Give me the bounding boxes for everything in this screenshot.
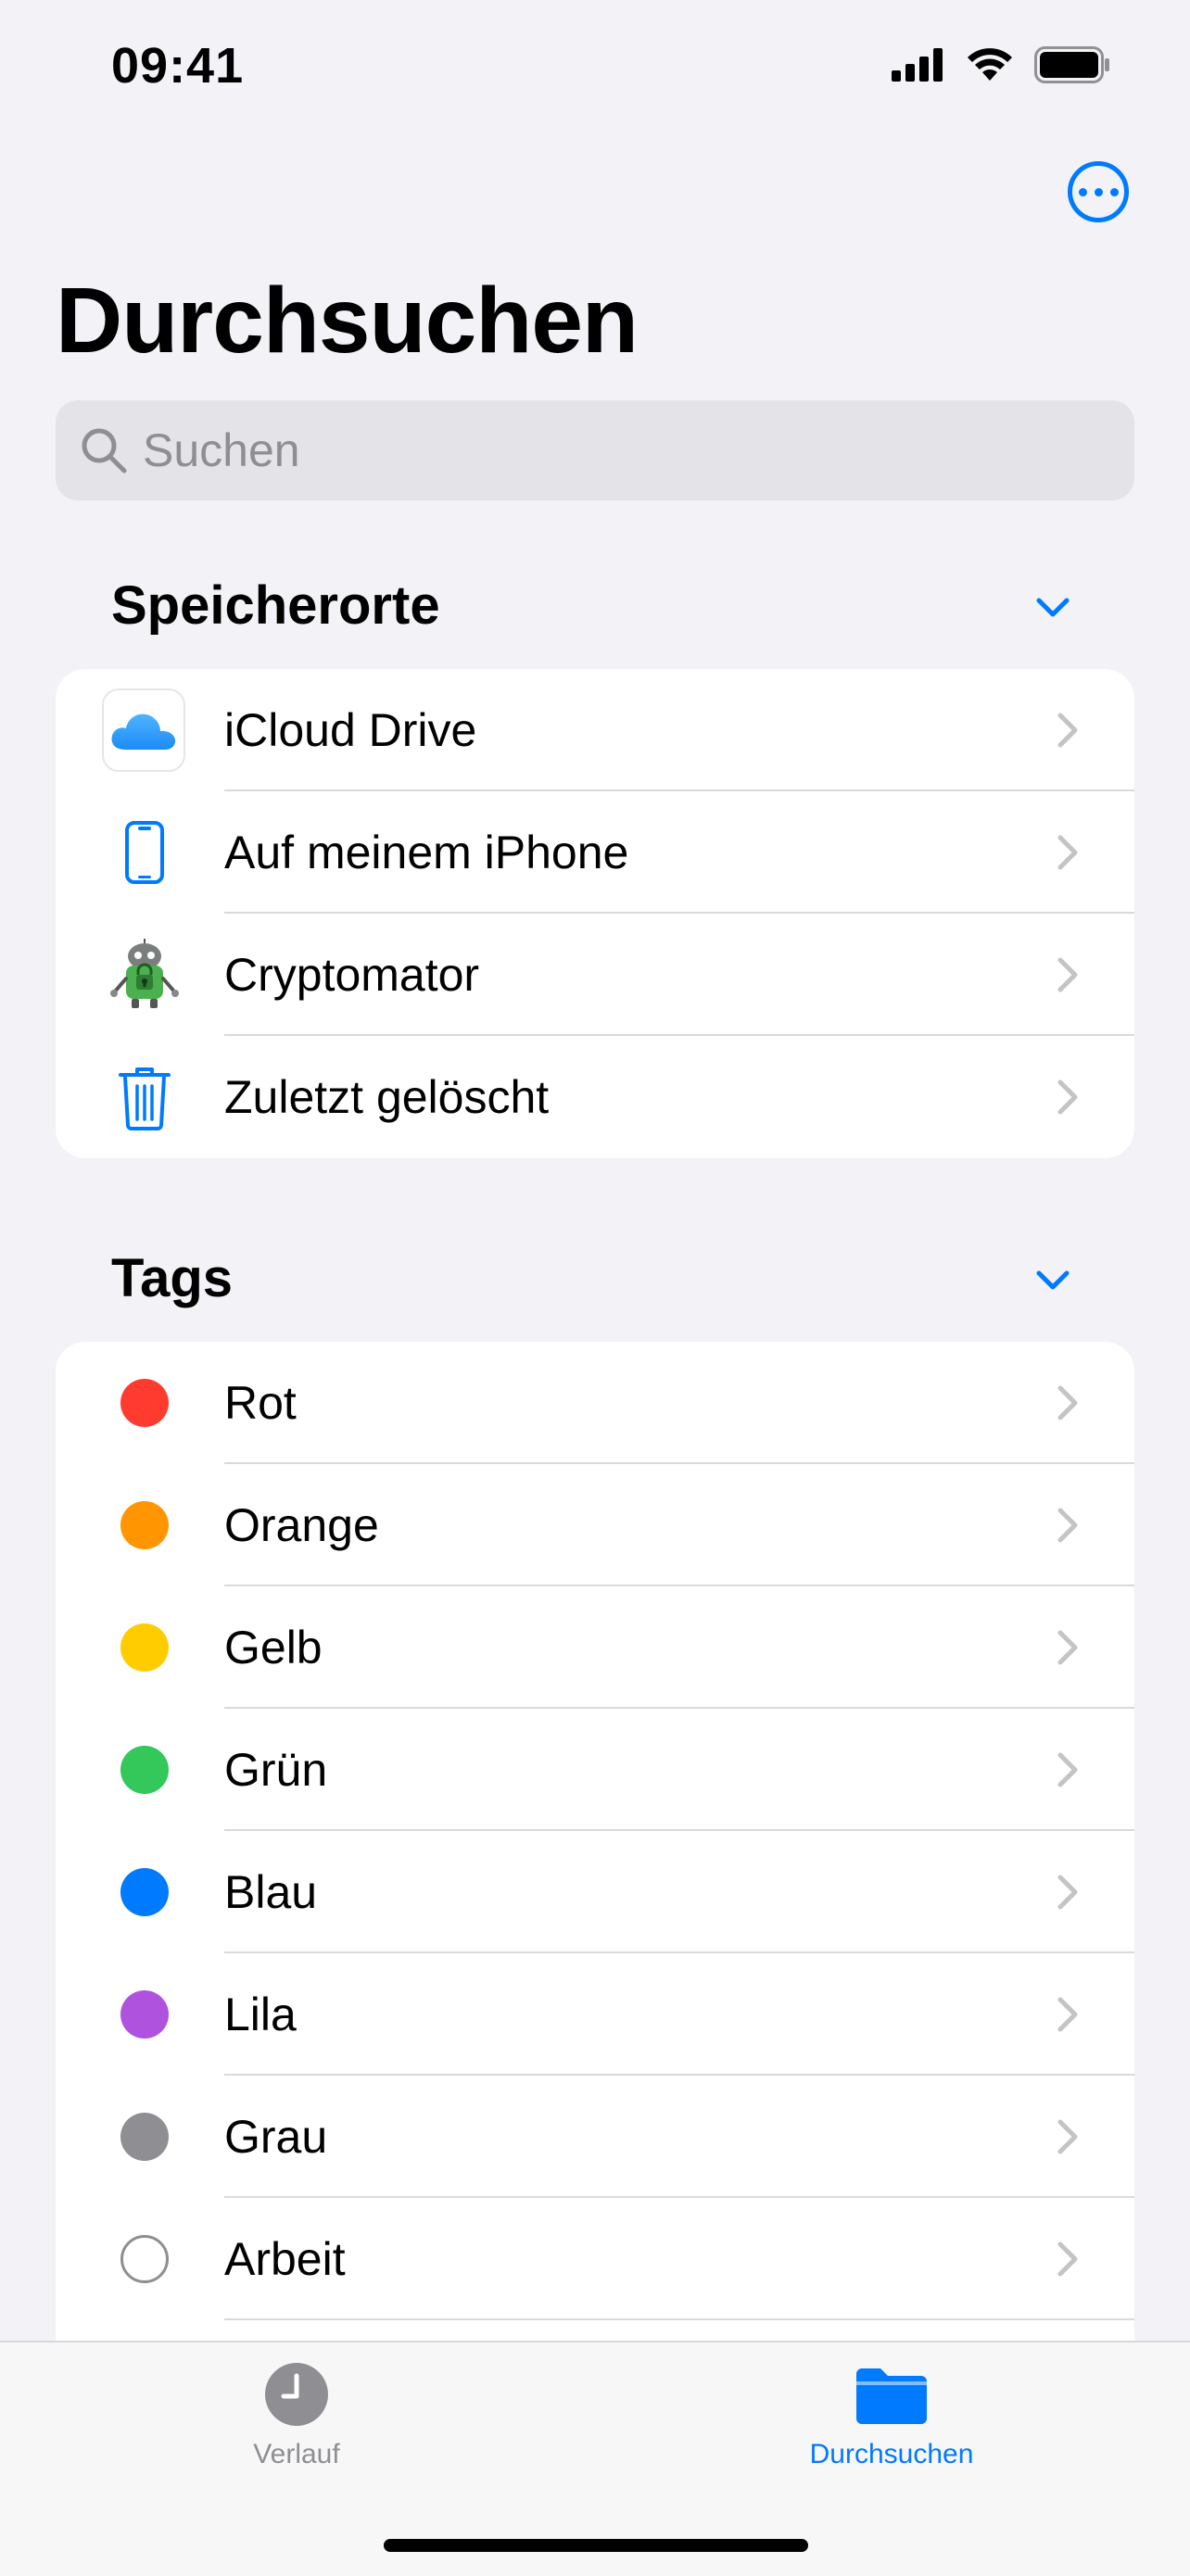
tags-list: Rot Orange Gelb Grün Blau Lila Grau Arbeit — [56, 1342, 1134, 2361]
tag-color-icon — [100, 1848, 189, 1937]
search-input[interactable]: Suchen — [56, 400, 1134, 500]
tag-label: Blau — [224, 1866, 318, 1918]
more-dot — [1094, 187, 1103, 196]
tag-color-dot — [120, 2235, 169, 2283]
status-icons — [892, 46, 1110, 83]
chevron-right-icon — [1057, 1875, 1078, 1910]
chevron-right-icon — [1057, 1997, 1078, 2032]
page-title: Durchsuchen — [56, 269, 639, 373]
chevron-down-icon — [1036, 1270, 1070, 1290]
tag-color-icon — [100, 1358, 189, 1447]
section-header-locations: Speicherorte — [111, 575, 440, 636]
search-placeholder: Suchen — [143, 424, 300, 476]
more-dot — [1078, 187, 1087, 196]
chevron-right-icon — [1057, 2241, 1078, 2277]
status-time: 09:41 — [111, 38, 245, 94]
tag-color-icon — [100, 2215, 189, 2304]
more-options-button[interactable] — [1068, 161, 1129, 222]
tag-item-grau[interactable]: Grau — [56, 2076, 1134, 2198]
trash-icon — [100, 1053, 189, 1142]
chevron-right-icon — [1057, 1630, 1078, 1665]
battery-icon — [1034, 46, 1109, 83]
tag-label: Grau — [224, 2111, 328, 2163]
wifi-icon — [968, 48, 1012, 81]
list-item-label: iCloud Drive — [224, 704, 477, 756]
tag-label: Gelb — [224, 1622, 323, 1673]
tag-color-icon — [100, 1481, 189, 1570]
folder-icon — [856, 2368, 927, 2424]
status-bar: 09:41 — [0, 0, 1190, 130]
tag-color-dot — [120, 1868, 169, 1916]
tag-color-dot — [120, 1746, 169, 1794]
collapse-locations-button[interactable] — [1031, 586, 1075, 630]
list-item-recently-deleted[interactable]: Zuletzt gelöscht — [56, 1036, 1134, 1158]
tag-item-blau[interactable]: Blau — [56, 1831, 1134, 1953]
chevron-right-icon — [1057, 1752, 1078, 1787]
tag-color-dot — [120, 1379, 169, 1427]
home-indicator — [384, 2539, 808, 2552]
tab-label: Durchsuchen — [809, 2439, 974, 2469]
chevron-right-icon — [1057, 1385, 1078, 1421]
tag-label: Arbeit — [224, 2233, 346, 2285]
tag-color-icon — [100, 1603, 189, 1692]
tag-item-rot[interactable]: Rot — [56, 1342, 1134, 1464]
tag-color-dot — [120, 2113, 169, 2161]
tab-label: Verlauf — [253, 2439, 340, 2469]
tag-label: Grün — [224, 1744, 328, 1796]
more-dot — [1109, 187, 1119, 196]
clock-icon — [265, 2363, 328, 2426]
list-item-icloud-drive[interactable]: iCloud Drive — [56, 669, 1134, 791]
chevron-right-icon — [1057, 713, 1078, 748]
tag-item-orange[interactable]: Orange — [56, 1464, 1134, 1586]
locations-list: iCloud Drive Auf meinem iPhone Cryptomat… — [56, 669, 1134, 1158]
tag-color-dot — [120, 1623, 169, 1672]
tab-browse[interactable]: Durchsuchen — [706, 2361, 1077, 2470]
tag-color-dot — [120, 1990, 169, 2039]
tag-color-dot — [120, 1501, 169, 1549]
search-icon — [76, 423, 132, 478]
cryptomator-robot-icon — [100, 930, 189, 1019]
chevron-right-icon — [1057, 1080, 1078, 1115]
tag-label: Lila — [224, 1989, 297, 2040]
section-header-tags: Tags — [111, 1248, 234, 1308]
iphone-icon — [100, 808, 189, 897]
list-item-label: Auf meinem iPhone — [224, 827, 629, 878]
chevron-right-icon — [1057, 957, 1078, 992]
chevron-right-icon — [1057, 835, 1078, 870]
signal-icon — [892, 48, 943, 82]
tag-label: Rot — [224, 1377, 297, 1429]
tag-item-grün[interactable]: Grün — [56, 1709, 1134, 1831]
tab-recents[interactable]: Verlauf — [111, 2361, 482, 2470]
tag-item-lila[interactable]: Lila — [56, 1953, 1134, 2076]
divider — [224, 2318, 1134, 2320]
tag-label: Orange — [224, 1499, 379, 1551]
chevron-right-icon — [1057, 2119, 1078, 2154]
list-item-label: Cryptomator — [224, 949, 480, 1001]
tag-color-icon — [100, 1970, 189, 2059]
list-item-label: Zuletzt gelöscht — [224, 1071, 550, 1123]
tag-color-icon — [100, 2092, 189, 2181]
tag-item-arbeit[interactable]: Arbeit — [56, 2198, 1134, 2320]
chevron-down-icon — [1036, 598, 1070, 617]
tag-color-icon — [100, 1725, 189, 1814]
collapse-tags-button[interactable] — [1031, 1258, 1075, 1303]
list-item-cryptomator[interactable]: Cryptomator — [56, 914, 1134, 1036]
list-item-on-my-iphone[interactable]: Auf meinem iPhone — [56, 791, 1134, 914]
chevron-right-icon — [1057, 1508, 1078, 1543]
tag-item-gelb[interactable]: Gelb — [56, 1586, 1134, 1709]
icloud-drive-icon — [102, 688, 185, 772]
